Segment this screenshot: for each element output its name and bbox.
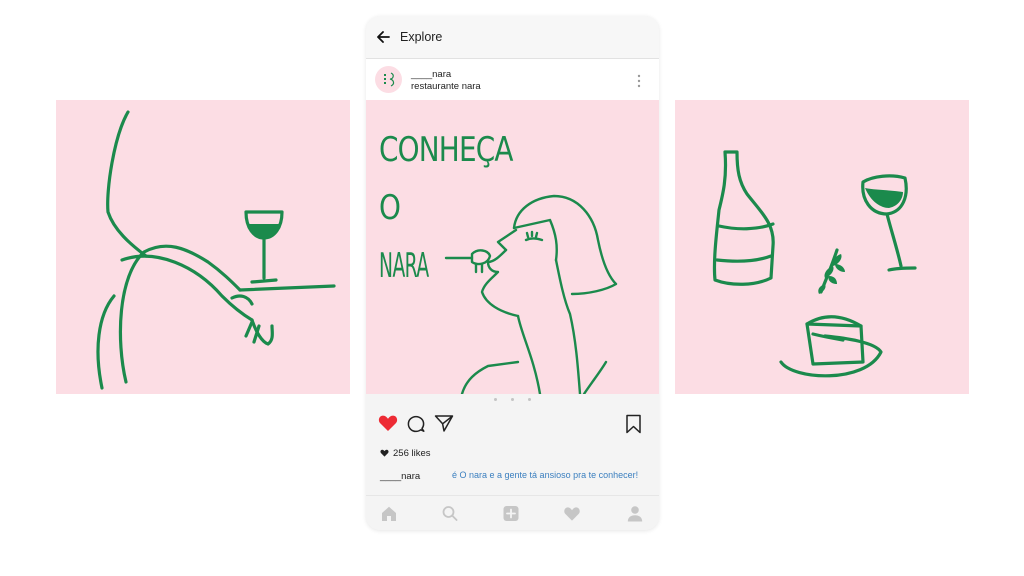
wine-cheese-illustration xyxy=(712,150,917,378)
carousel-dots xyxy=(366,398,659,408)
left-illustration-panel xyxy=(56,100,350,394)
share-icon[interactable] xyxy=(434,414,454,433)
likes-count[interactable]: 256 likes xyxy=(380,448,431,459)
arm-wine-illustration xyxy=(96,110,336,390)
carousel-dot[interactable] xyxy=(511,398,514,401)
page-title: Explore xyxy=(400,30,443,44)
action-bar xyxy=(366,411,659,437)
add-icon[interactable] xyxy=(502,505,520,522)
phone-mockup: Explore ____nara restaurante nara CONHEÇ… xyxy=(366,16,659,530)
avatar[interactable] xyxy=(375,66,402,93)
caption-text: é O nara e a gente tá ansioso pra te con… xyxy=(452,470,639,480)
small-heart-icon xyxy=(380,449,389,457)
comment-icon[interactable] xyxy=(407,415,425,433)
post-fullname: restaurante nara xyxy=(411,81,481,92)
activity-icon[interactable] xyxy=(563,505,581,522)
home-icon[interactable] xyxy=(380,505,398,522)
right-illustration-panel xyxy=(675,100,969,394)
woman-eating-illustration xyxy=(444,194,618,394)
bottom-nav xyxy=(366,495,659,530)
post-image[interactable]: CONHEÇA O NARA xyxy=(366,100,659,394)
likes-label: 256 likes xyxy=(393,448,431,459)
top-bar: Explore xyxy=(366,16,659,59)
post-username[interactable]: ____nara xyxy=(411,69,451,80)
search-icon[interactable] xyxy=(441,505,459,522)
more-options-icon[interactable] xyxy=(636,73,642,89)
post-header: ____nara restaurante nara xyxy=(366,59,659,100)
carousel-dot[interactable] xyxy=(528,398,531,401)
caption-username[interactable]: ____nara xyxy=(380,471,420,482)
profile-icon[interactable] xyxy=(626,505,644,522)
bookmark-icon[interactable] xyxy=(625,414,642,434)
back-arrow-icon[interactable] xyxy=(375,29,391,45)
carousel-dot[interactable] xyxy=(494,398,497,401)
heart-icon[interactable] xyxy=(378,414,398,432)
avatar-logo-icon xyxy=(384,72,395,87)
